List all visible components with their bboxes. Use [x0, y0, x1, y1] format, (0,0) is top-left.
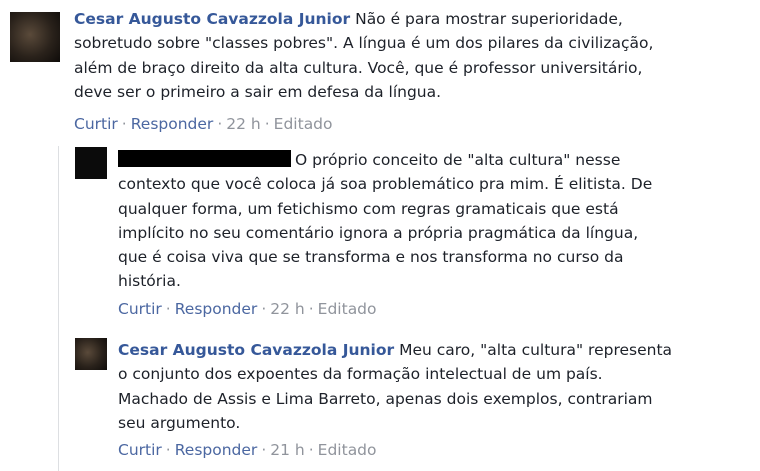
like-link[interactable]: Curtir: [118, 300, 162, 318]
comment-text-line: O próprio conceito de "alta cultura" nes…: [295, 151, 621, 169]
comment-actions: Curtir · Responder · 21 h · Editado: [118, 441, 377, 459]
comment-text-line: Machado de Assis e Lima Barreto, apenas …: [118, 389, 653, 408]
comment-text-line: deve ser o primeiro a sair em defesa da …: [74, 82, 442, 101]
reply-link[interactable]: Responder: [131, 115, 214, 133]
edited-link[interactable]: Editado: [318, 300, 377, 318]
avatar[interactable]: [75, 147, 107, 179]
like-link[interactable]: Curtir: [118, 441, 162, 459]
edited-link[interactable]: Editado: [318, 441, 377, 459]
timestamp-link[interactable]: 21 h: [270, 441, 304, 459]
comment-text-line: qualquer forma, um fetichismo com regras…: [118, 199, 619, 218]
reply-link[interactable]: Responder: [175, 441, 258, 459]
edited-link[interactable]: Editado: [274, 115, 333, 133]
like-link[interactable]: Curtir: [74, 115, 118, 133]
timestamp-link[interactable]: 22 h: [226, 115, 260, 133]
comment-actions: Curtir · Responder · 22 h · Editado: [74, 115, 333, 133]
reply-link[interactable]: Responder: [175, 300, 258, 318]
comment-text-line: história.: [118, 272, 181, 291]
avatar[interactable]: [10, 12, 60, 62]
comment-text-line: implícito no seu comentário ignora a pró…: [118, 223, 639, 242]
comment-text-line: o conjunto dos expoentes da formação int…: [118, 365, 603, 384]
comment-body: O próprio conceito de "alta cultura" nes…: [118, 148, 748, 294]
comment-text-line: Meu caro, "alta cultura" representa: [399, 341, 673, 359]
redacted-author-name: [118, 150, 291, 167]
comment-text-line: sobretudo sobre "classes pobres". A líng…: [74, 34, 654, 53]
comment-actions: Curtir · Responder · 22 h · Editado: [118, 300, 377, 318]
timestamp-link[interactable]: 22 h: [270, 300, 304, 318]
author-name[interactable]: Cesar Augusto Cavazzola Junior: [118, 341, 394, 359]
comment-text-line: Não é para mostrar superioridade,: [355, 10, 623, 28]
comment-text-line: contexto que você coloca já soa problemá…: [118, 175, 653, 194]
comment-body: Cesar Augusto Cavazzola Junior Meu caro,…: [118, 338, 748, 435]
comment-text-line: que é coisa viva que se transforma e nos…: [118, 248, 624, 267]
comment-body: Cesar Augusto Cavazzola Junior Não é par…: [74, 7, 754, 104]
comment-text-line: seu argumento.: [118, 413, 241, 432]
author-name[interactable]: Cesar Augusto Cavazzola Junior: [74, 10, 350, 28]
comment-text-line: além de braço direito da alta cultura. V…: [74, 58, 643, 77]
thread-line: [58, 146, 59, 471]
avatar[interactable]: [75, 338, 107, 370]
